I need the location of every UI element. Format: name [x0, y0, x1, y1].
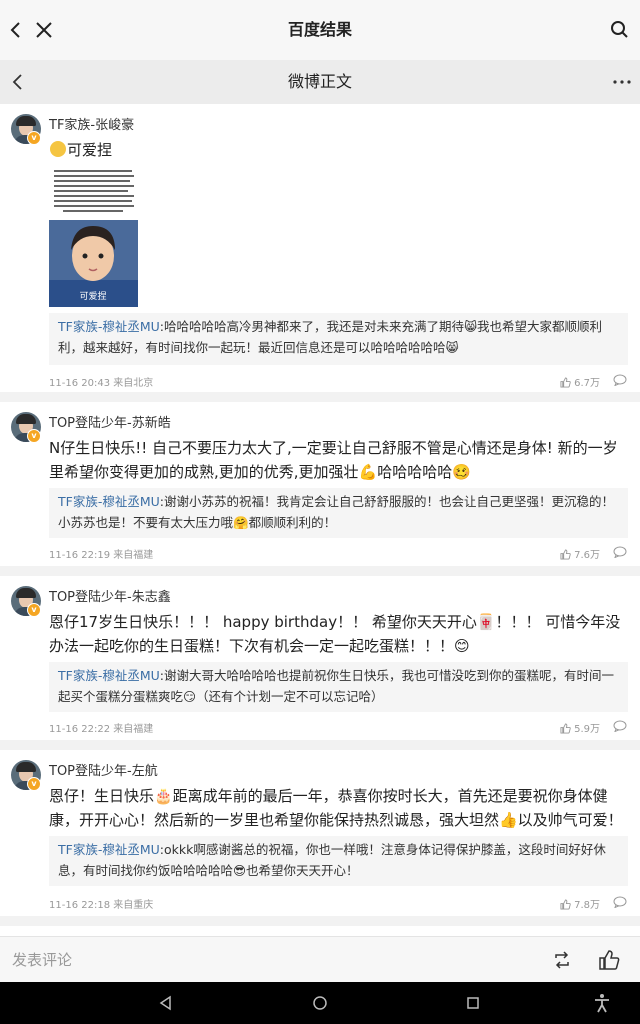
like-icon[interactable] — [560, 549, 571, 560]
username[interactable]: TF家族-张峻豪 — [49, 114, 134, 133]
nav-back-icon[interactable] — [158, 995, 174, 1011]
comment-text: 可爱捏 — [49, 138, 628, 162]
comment-bar: 发表评论 — [0, 936, 640, 983]
verified-badge-icon: v — [27, 777, 41, 791]
verified-badge-icon: v — [27, 131, 41, 145]
list-item — [0, 926, 640, 936]
verified-badge-icon: v — [27, 429, 41, 443]
comment-icon[interactable] — [613, 720, 627, 732]
system-nav-bar — [0, 982, 640, 1024]
text-image[interactable] — [49, 166, 138, 216]
like-count[interactable]: 5.9万 — [560, 720, 600, 735]
like-icon[interactable] — [598, 949, 620, 971]
reply-box[interactable]: TF家族-穆祉丞MU:谢谢大哥大哈哈哈哈也提前祝你生日快乐，我也可惜没吃到你的蛋… — [49, 662, 628, 712]
comment-icon[interactable] — [613, 374, 627, 386]
reply-box[interactable]: TF家族-穆祉丞MU:哈哈哈哈哈高冷男神都来了，我还是对未来充满了期待😸我也希望… — [49, 313, 628, 365]
timestamp: 11-16 22:19 来自福建 — [49, 550, 154, 561]
search-icon[interactable] — [608, 18, 632, 42]
reply-username[interactable]: TF家族-穆祉丞MU — [58, 668, 160, 683]
list-item: v TOP登陆少年-左航 恩仔！生日快乐🎂距离成年前的最后一年，恭喜你按时长大，… — [0, 750, 640, 916]
emoji-icon — [50, 141, 66, 157]
comment-text: 恩仔17岁生日快乐！！！ happy birthday！！ 希望你天天开心🀄！！… — [49, 613, 621, 655]
like-count[interactable]: 7.8万 — [560, 896, 600, 911]
list-item: v TOP登陆少年-朱志鑫 恩仔17岁生日快乐！！！ happy birthda… — [0, 576, 640, 740]
comment-icon[interactable] — [613, 896, 627, 908]
comment-input[interactable]: 发表评论 — [12, 937, 72, 983]
comment-list: v TF家族-张峻豪 可爱捏 可爱捏 TF家族-穆祉丞MU:哈哈哈哈哈高冷男神都… — [0, 104, 640, 936]
like-icon[interactable] — [560, 899, 571, 910]
image-caption: 可爱捏 — [79, 290, 106, 302]
timestamp: 11-16 20:43 来自北京 — [49, 378, 154, 389]
repost-icon[interactable] — [552, 950, 572, 970]
comment-text: 恩仔！生日快乐🎂距离成年前的最后一年，恭喜你按时长大，首先还是要祝你身体健康，开… — [49, 787, 623, 829]
reply-username[interactable]: TF家族-穆祉丞MU — [58, 494, 160, 509]
like-icon[interactable] — [560, 377, 571, 388]
username[interactable]: TOP登陆少年-左航 — [49, 760, 158, 779]
page-title: 百度结果 — [287, 20, 352, 39]
photo-image[interactable]: 可爱捏 — [49, 220, 138, 307]
verified-badge-icon: v — [27, 603, 41, 617]
like-icon[interactable] — [560, 723, 571, 734]
list-item: v TOP登陆少年-苏新皓 N仔生日快乐!! 自己不要压力太大了,一定要让自己舒… — [0, 402, 640, 566]
list-item: v TF家族-张峻豪 可爱捏 可爱捏 TF家族-穆祉丞MU:哈哈哈哈哈高冷男神都… — [0, 104, 640, 392]
like-count[interactable]: 6.7万 — [560, 374, 600, 389]
like-count[interactable]: 7.6万 — [560, 546, 600, 561]
more-icon[interactable] — [610, 70, 634, 94]
top-bar: 百度结果 — [0, 0, 640, 60]
reply-box[interactable]: TF家族-穆祉丞MU:谢谢小苏苏的祝福！我肯定会让自己舒舒服服的！也会让自己更坚… — [49, 488, 628, 538]
username[interactable]: TOP登陆少年-苏新皓 — [49, 412, 171, 431]
username[interactable]: TOP登陆少年-朱志鑫 — [49, 586, 171, 605]
sub-header: 微博正文 — [0, 60, 640, 104]
nav-home-icon[interactable] — [312, 995, 328, 1011]
sub-title: 微博正文 — [287, 72, 352, 91]
accessibility-icon[interactable] — [592, 993, 612, 1013]
reply-username[interactable]: TF家族-穆祉丞MU — [58, 319, 160, 334]
timestamp: 11-16 22:22 来自福建 — [49, 724, 154, 735]
reply-username[interactable]: TF家族-穆祉丞MU — [58, 842, 160, 857]
timestamp: 11-16 22:18 来自重庆 — [49, 900, 154, 911]
comment-text: N仔生日快乐!! 自己不要压力太大了,一定要让自己舒服不管是心情还是身体! 新的… — [49, 439, 618, 481]
nav-recents-icon[interactable] — [465, 995, 481, 1011]
comment-icon[interactable] — [613, 546, 627, 558]
reply-box[interactable]: TF家族-穆祉丞MU:okkk啊感谢酱总的祝福，你也一样哦！注意身体记得保护膝盖… — [49, 836, 628, 886]
